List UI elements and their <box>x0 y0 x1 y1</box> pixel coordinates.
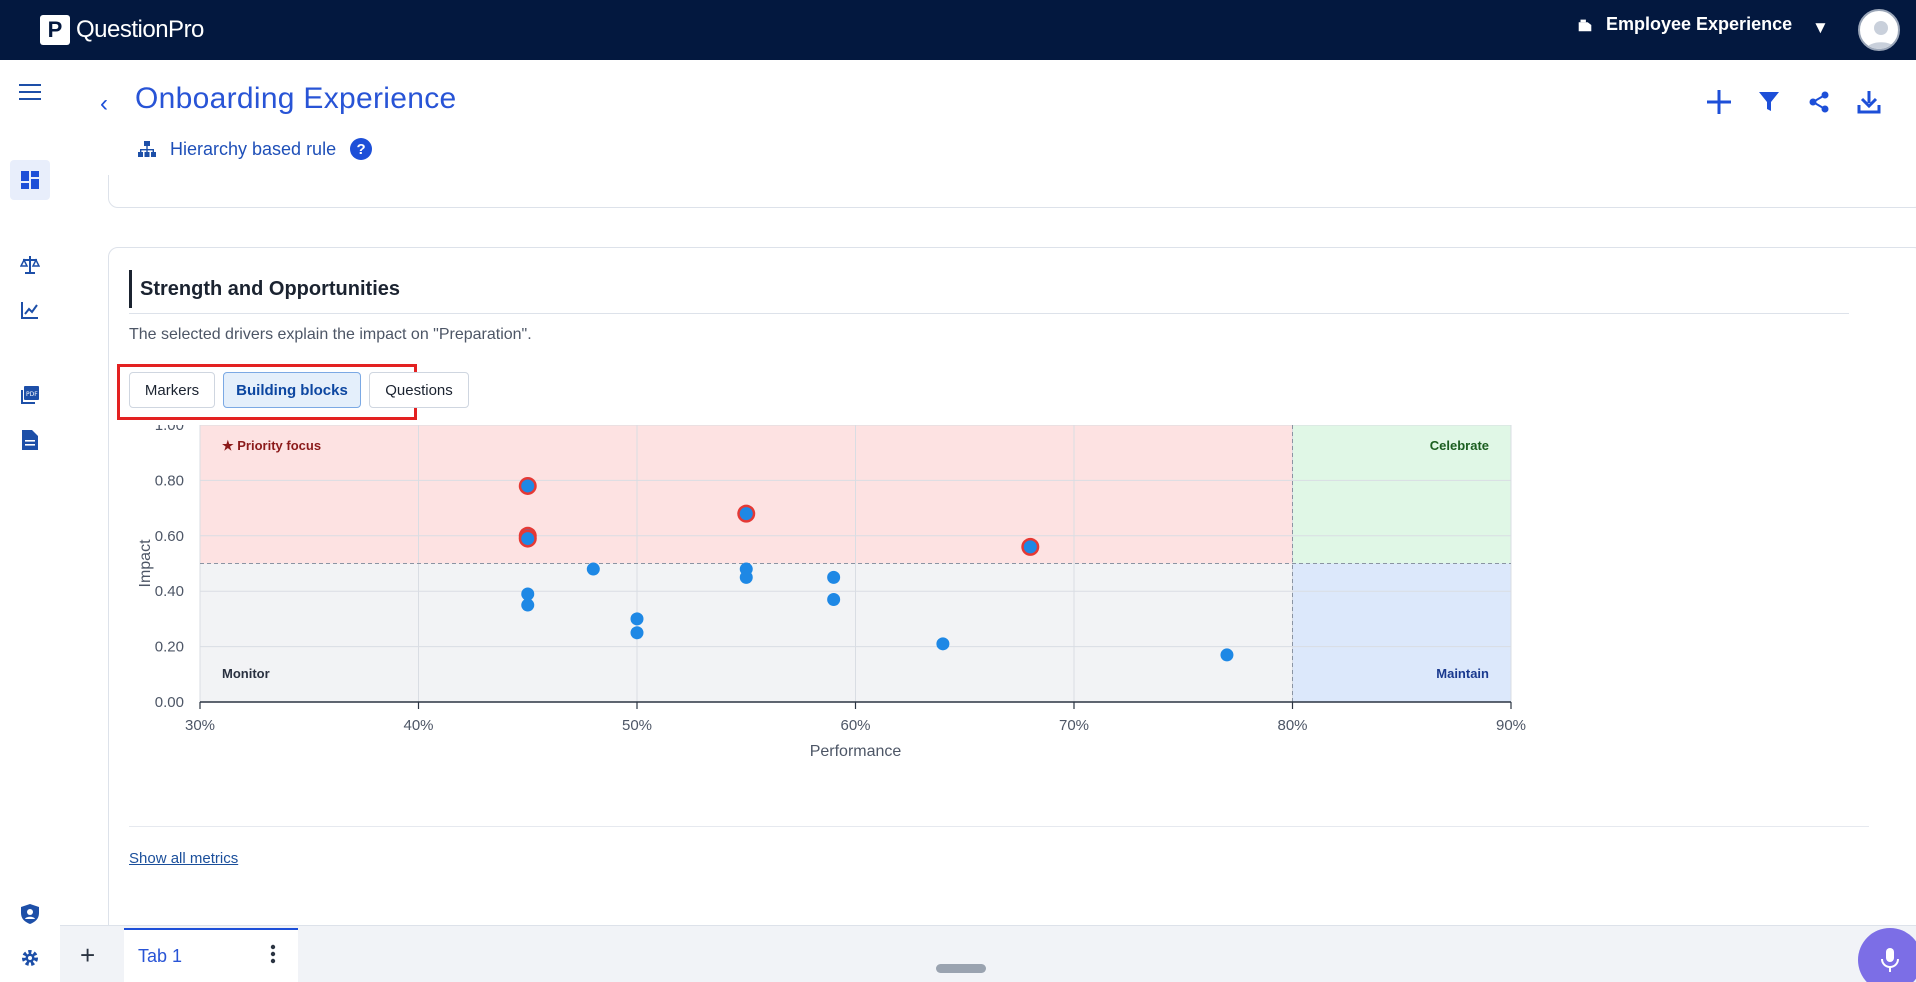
dashboard-icon[interactable] <box>10 160 50 200</box>
title-divider <box>129 313 1849 314</box>
show-all-metrics-link[interactable]: Show all metrics <box>129 850 238 867</box>
svg-text:PDF: PDF <box>26 391 38 398</box>
caret-down-icon[interactable]: ▼ <box>1812 18 1829 38</box>
priority-focus-quadrant <box>200 425 1293 564</box>
x-axis-title: Performance <box>810 743 902 760</box>
x-tick-label: 30% <box>185 717 215 734</box>
data-point <box>827 593 841 607</box>
top-bar: P QuestionPro Employee Experience ▼ <box>0 0 1916 60</box>
data-point <box>521 598 535 612</box>
rule-link[interactable]: Hierarchy based rule <box>170 139 336 160</box>
tab-bar: + Tab 1 <box>60 925 1916 982</box>
share-icon[interactable] <box>1803 86 1835 118</box>
data-point <box>827 570 841 584</box>
brand-name: QuestionPro <box>76 16 204 43</box>
y-tick-label: 0.60 <box>155 528 184 545</box>
hierarchy-icon <box>138 141 156 157</box>
strength-opportunities-card: Strength and Opportunities The selected … <box>108 247 1916 925</box>
download-icon[interactable] <box>1853 86 1885 118</box>
tab-1[interactable]: Tab 1 <box>124 928 298 982</box>
y-tick-label: 1.00 <box>155 425 184 434</box>
data-point <box>630 612 644 626</box>
page-header: ‹ Onboarding Experience Hierarchy based … <box>60 60 1916 175</box>
data-point <box>521 479 535 493</box>
filter-icon[interactable] <box>1753 86 1785 118</box>
page-title: Onboarding Experience <box>135 82 457 115</box>
balance-icon[interactable] <box>10 245 50 285</box>
content-area: Strength and Opportunities The selected … <box>60 175 1916 925</box>
chart-divider <box>129 826 1869 827</box>
data-point <box>936 637 950 651</box>
x-tick-label: 80% <box>1277 717 1307 734</box>
data-point <box>521 587 535 601</box>
x-tick-label: 40% <box>403 717 433 734</box>
menu-icon[interactable] <box>10 72 50 112</box>
y-tick-label: 0.40 <box>155 583 184 600</box>
x-tick-label: 70% <box>1059 717 1089 734</box>
tab-options-icon[interactable] <box>270 944 276 969</box>
back-chevron-icon[interactable]: ‹ <box>100 90 108 118</box>
avatar[interactable] <box>1858 9 1900 51</box>
data-point <box>1220 648 1234 662</box>
maintain-label: Maintain <box>1436 666 1489 681</box>
markers-toggle[interactable]: Markers <box>129 372 215 408</box>
tab-label: Tab 1 <box>138 946 183 966</box>
monitor-quadrant <box>200 563 1293 702</box>
y-axis-title: Impact <box>137 539 154 588</box>
document-icon[interactable] <box>10 420 50 460</box>
maintain-quadrant <box>1292 563 1511 702</box>
questions-toggle[interactable]: Questions <box>369 372 469 408</box>
monitor-label: Monitor <box>222 666 270 681</box>
data-point <box>739 570 753 584</box>
y-tick-label: 0.00 <box>155 694 184 711</box>
card-title: Strength and Opportunities <box>129 270 400 308</box>
priority-focus-label: ★ Priority focus <box>222 438 321 453</box>
data-point <box>521 532 535 546</box>
trend-icon[interactable] <box>10 290 50 330</box>
user-shield-icon[interactable] <box>10 894 50 934</box>
previous-widget-card <box>108 175 1916 208</box>
add-tab-icon[interactable]: + <box>80 940 95 971</box>
questionpro-logo[interactable]: P QuestionPro <box>40 15 204 45</box>
x-tick-label: 60% <box>840 717 870 734</box>
data-point <box>739 507 753 521</box>
building-blocks-toggle[interactable]: Building blocks <box>223 372 361 408</box>
add-icon[interactable] <box>1703 86 1735 118</box>
logo-mark-icon: P <box>40 15 70 45</box>
x-tick-label: 90% <box>1496 717 1526 734</box>
card-description: The selected drivers explain the impact … <box>129 326 532 343</box>
data-point <box>630 626 644 640</box>
data-point <box>586 562 600 576</box>
product-name: Employee Experience <box>1606 14 1793 34</box>
x-tick-label: 50% <box>622 717 652 734</box>
gear-icon[interactable] <box>10 938 50 978</box>
microphone-icon[interactable] <box>1858 928 1916 982</box>
y-tick-label: 0.20 <box>155 639 184 656</box>
product-switcher[interactable]: Employee Experience <box>1576 14 1792 35</box>
help-icon[interactable]: ? <box>350 138 373 160</box>
drag-handle[interactable] <box>936 964 986 973</box>
impact-performance-chart: 30% 40% 50% 60% 70% 80% 90% 0.00 0.20 0.40 0.60 0.8… <box>137 425 1526 760</box>
y-tick-label: 0.80 <box>155 472 184 489</box>
rule-row: Hierarchy based rule ? <box>138 138 373 160</box>
left-rail: PDF <box>0 60 60 982</box>
product-icon <box>1578 19 1592 31</box>
pdf-icon[interactable]: PDF <box>10 375 50 415</box>
celebrate-label: Celebrate <box>1430 438 1489 453</box>
data-point <box>1023 540 1037 554</box>
